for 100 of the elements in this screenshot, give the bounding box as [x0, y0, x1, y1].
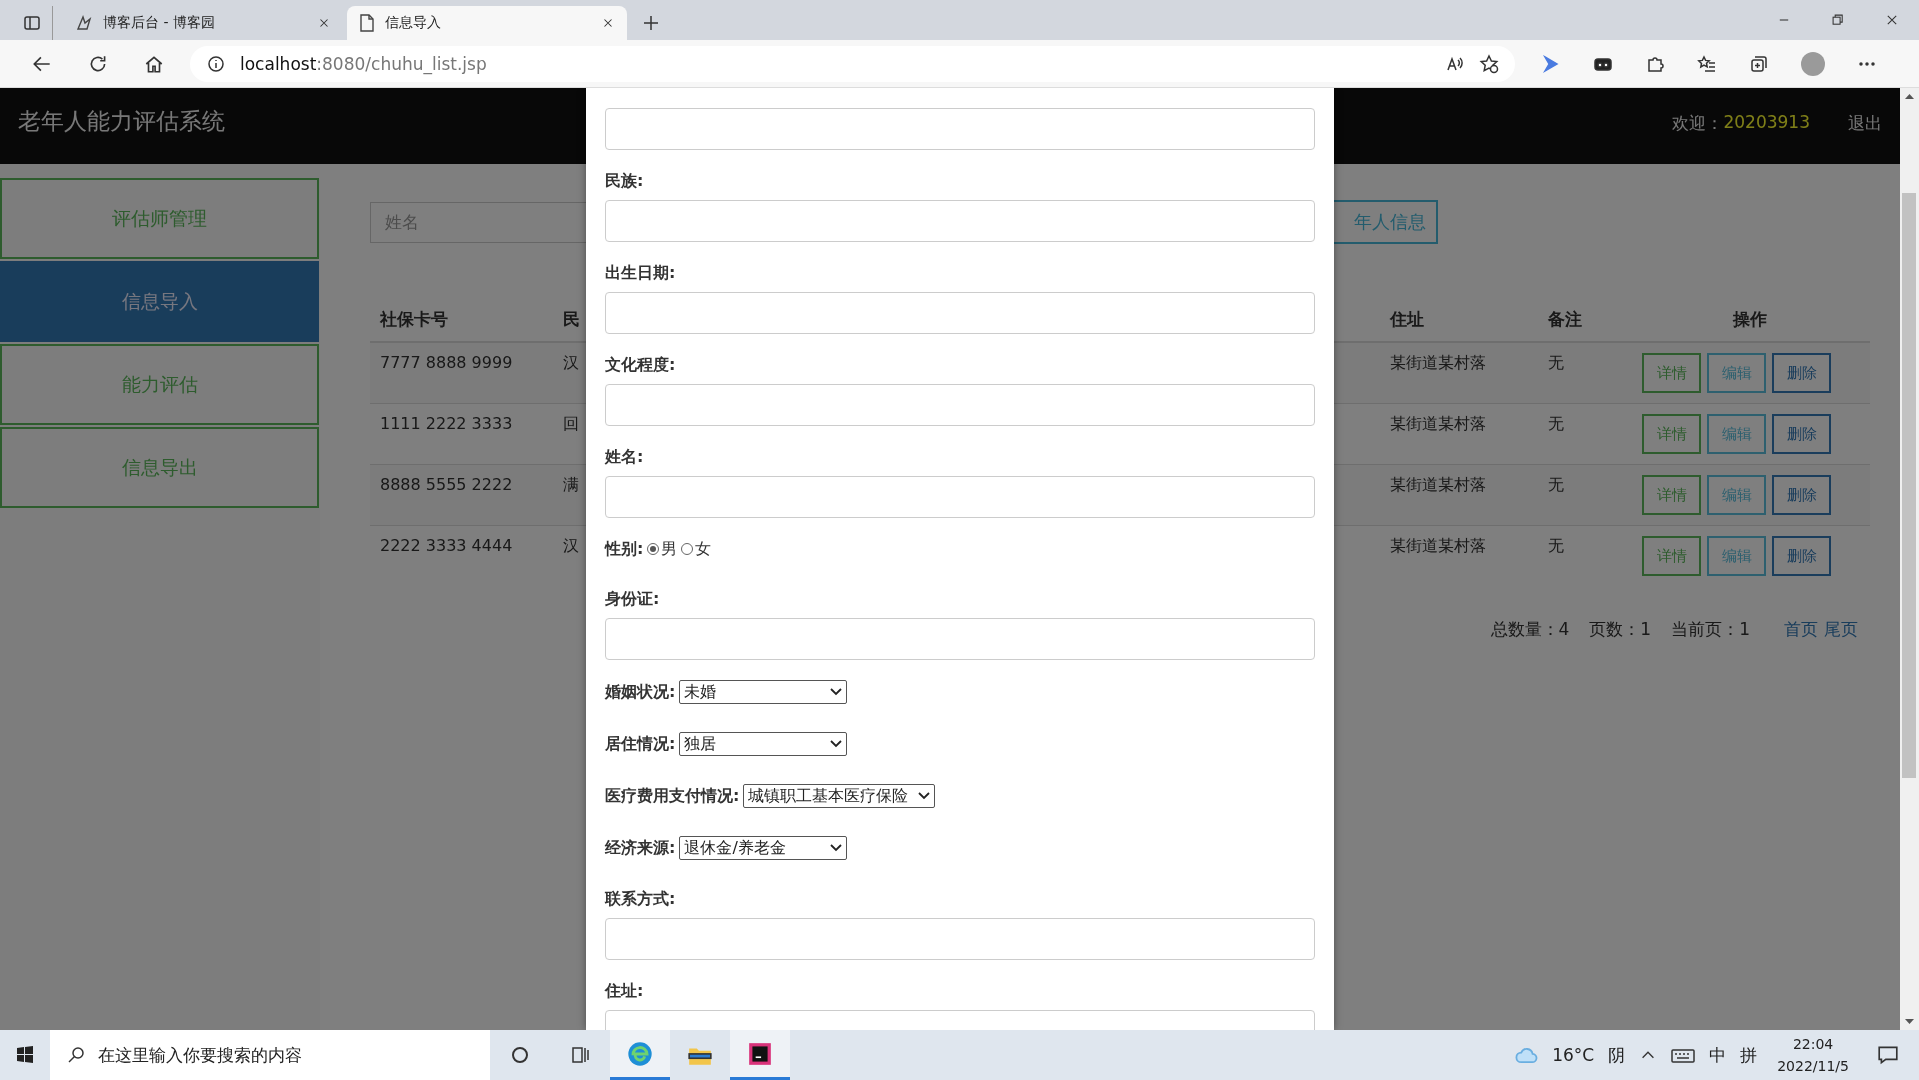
table-cell: 某街道某村落 [1390, 536, 1486, 555]
field-label: 姓名: [605, 446, 645, 468]
chevron-down-icon[interactable] [830, 688, 843, 696]
weather-condition: 阴 [1608, 1043, 1626, 1067]
chevron-down-icon[interactable] [830, 844, 843, 852]
page-link[interactable]: 尾页 [1824, 618, 1858, 641]
close-icon[interactable] [1885, 13, 1899, 27]
field-label: 出生日期: [605, 262, 677, 284]
collections-icon[interactable] [1749, 53, 1769, 74]
input-method[interactable]: 拼 [1740, 1043, 1758, 1067]
sidebar-item[interactable]: 评估师管理 [0, 178, 319, 259]
table-cell: 某街道某村落 [1390, 353, 1486, 372]
table-cell: 满 [563, 475, 579, 494]
restore-icon[interactable] [1831, 13, 1845, 27]
dropdown[interactable]: 城镇职工基本医疗保险 [743, 784, 936, 808]
dropdown[interactable]: 退休金/养老金 [679, 836, 848, 860]
site-title: 老年人能力评估系统 [18, 107, 225, 136]
table-cell: 汉 [563, 536, 579, 555]
table-cell: 某街道某村落 [1390, 414, 1486, 433]
table-cell: 无 [1548, 536, 1564, 555]
input-mode[interactable]: 中 [1709, 1043, 1727, 1067]
favorite-add-icon[interactable] [1479, 53, 1499, 74]
favorites-icon[interactable] [1697, 53, 1717, 74]
browser-tab[interactable]: 信息导入 [347, 6, 627, 40]
input-field[interactable] [605, 918, 1315, 960]
field-label: 联系方式: [605, 888, 677, 910]
table-cell: 1111 2222 3333 [380, 414, 513, 433]
table-cell: 回 [563, 414, 579, 433]
browser-icon[interactable] [626, 1039, 654, 1068]
table-cell: 某街道某村落 [1390, 475, 1486, 494]
field-label: 居住情况: [605, 733, 676, 755]
scroll-up-icon[interactable] [1904, 92, 1915, 100]
table-cell: 8888 5555 2222 [380, 475, 513, 494]
chevron-down-icon[interactable] [830, 740, 843, 748]
input-field[interactable] [605, 108, 1315, 150]
input-field[interactable] [605, 292, 1315, 334]
input-field[interactable] [605, 384, 1315, 426]
username: 20203913 [1723, 112, 1810, 132]
temperature: 16°C [1552, 1045, 1595, 1065]
dropdown[interactable]: 独居 [679, 732, 848, 756]
address-bar[interactable]: localhost:8080/chuhu_list.jsp [190, 45, 1515, 82]
browser-tab[interactable]: 博客后台 - 博客园 [63, 6, 343, 40]
input-field[interactable] [605, 200, 1315, 242]
bird-icon [75, 14, 93, 32]
radio-option[interactable]: 女 [681, 538, 712, 560]
sidebar-item[interactable]: 信息导出 [0, 427, 319, 508]
task-view-icon[interactable] [570, 1045, 590, 1065]
notification-icon[interactable] [1877, 1044, 1899, 1066]
field-label: 民族: [605, 170, 645, 192]
input-field[interactable] [605, 476, 1315, 518]
action-button[interactable]: 编辑 [1707, 536, 1766, 576]
dropdown[interactable]: 未婚 [679, 680, 848, 704]
extension-icon[interactable] [1541, 53, 1561, 74]
action-button[interactable]: 删除 [1772, 536, 1831, 576]
field-label: 文化程度: [605, 354, 677, 376]
action-button[interactable]: 详情 [1642, 475, 1701, 515]
action-button[interactable]: 编辑 [1707, 475, 1766, 515]
current-page: 当前页：1 [1671, 618, 1750, 641]
table-cell: 7777 8888 9999 [380, 353, 513, 372]
field-label: 经济来源: [605, 837, 676, 859]
circle-icon[interactable] [510, 1045, 530, 1065]
logout-link[interactable]: 退出 [1848, 112, 1882, 135]
table-cell: 无 [1548, 353, 1564, 372]
table-cell: 无 [1548, 414, 1564, 433]
windows-icon[interactable] [15, 1045, 35, 1065]
action-button[interactable]: 详情 [1642, 353, 1701, 393]
scroll-down-icon[interactable] [1904, 1018, 1915, 1026]
action-button[interactable]: 详情 [1642, 414, 1701, 454]
sidebar-item[interactable]: 信息导入 [0, 261, 319, 342]
field-label: 医疗费用支付情况: [605, 785, 740, 807]
radio-option[interactable]: 男 [647, 538, 678, 560]
new-tab-icon[interactable] [641, 13, 661, 33]
input-field[interactable] [605, 618, 1315, 660]
action-button[interactable]: 删除 [1772, 353, 1831, 393]
total-count: 总数量：4 [1490, 618, 1570, 641]
action-button[interactable]: 删除 [1772, 414, 1831, 454]
page-link[interactable]: 首页 [1784, 618, 1818, 641]
page-count: 页数：1 [1589, 618, 1652, 641]
field-label: 性别: [605, 538, 644, 560]
field-label: 身份证: [605, 588, 661, 610]
action-button[interactable]: 编辑 [1707, 414, 1766, 454]
field-label: 婚姻状况: [605, 681, 676, 703]
action-button[interactable]: 删除 [1772, 475, 1831, 515]
info-icon[interactable] [206, 53, 226, 74]
search-icon[interactable] [66, 1045, 86, 1065]
chevron-down-icon[interactable] [918, 792, 931, 800]
action-button[interactable]: 编辑 [1707, 353, 1766, 393]
sidebar-item[interactable]: 能力评估 [0, 344, 319, 425]
field-label: 住址: [605, 980, 645, 1002]
profile-avatar[interactable] [1801, 51, 1825, 76]
table-cell: 无 [1548, 475, 1564, 494]
table-cell: 汉 [563, 353, 579, 372]
scrollbar[interactable] [1900, 88, 1919, 1030]
tab-actions-icon[interactable] [22, 13, 42, 33]
clock[interactable]: 22:04 2022/11/5 [1777, 1033, 1849, 1077]
welcome-label: 欢迎： [1672, 112, 1724, 135]
action-button[interactable]: 详情 [1642, 536, 1701, 576]
page-icon [359, 14, 375, 32]
taskbar-search[interactable]: 在这里输入你要搜索的内容 [50, 1030, 490, 1080]
ide-icon[interactable] [747, 1040, 773, 1067]
